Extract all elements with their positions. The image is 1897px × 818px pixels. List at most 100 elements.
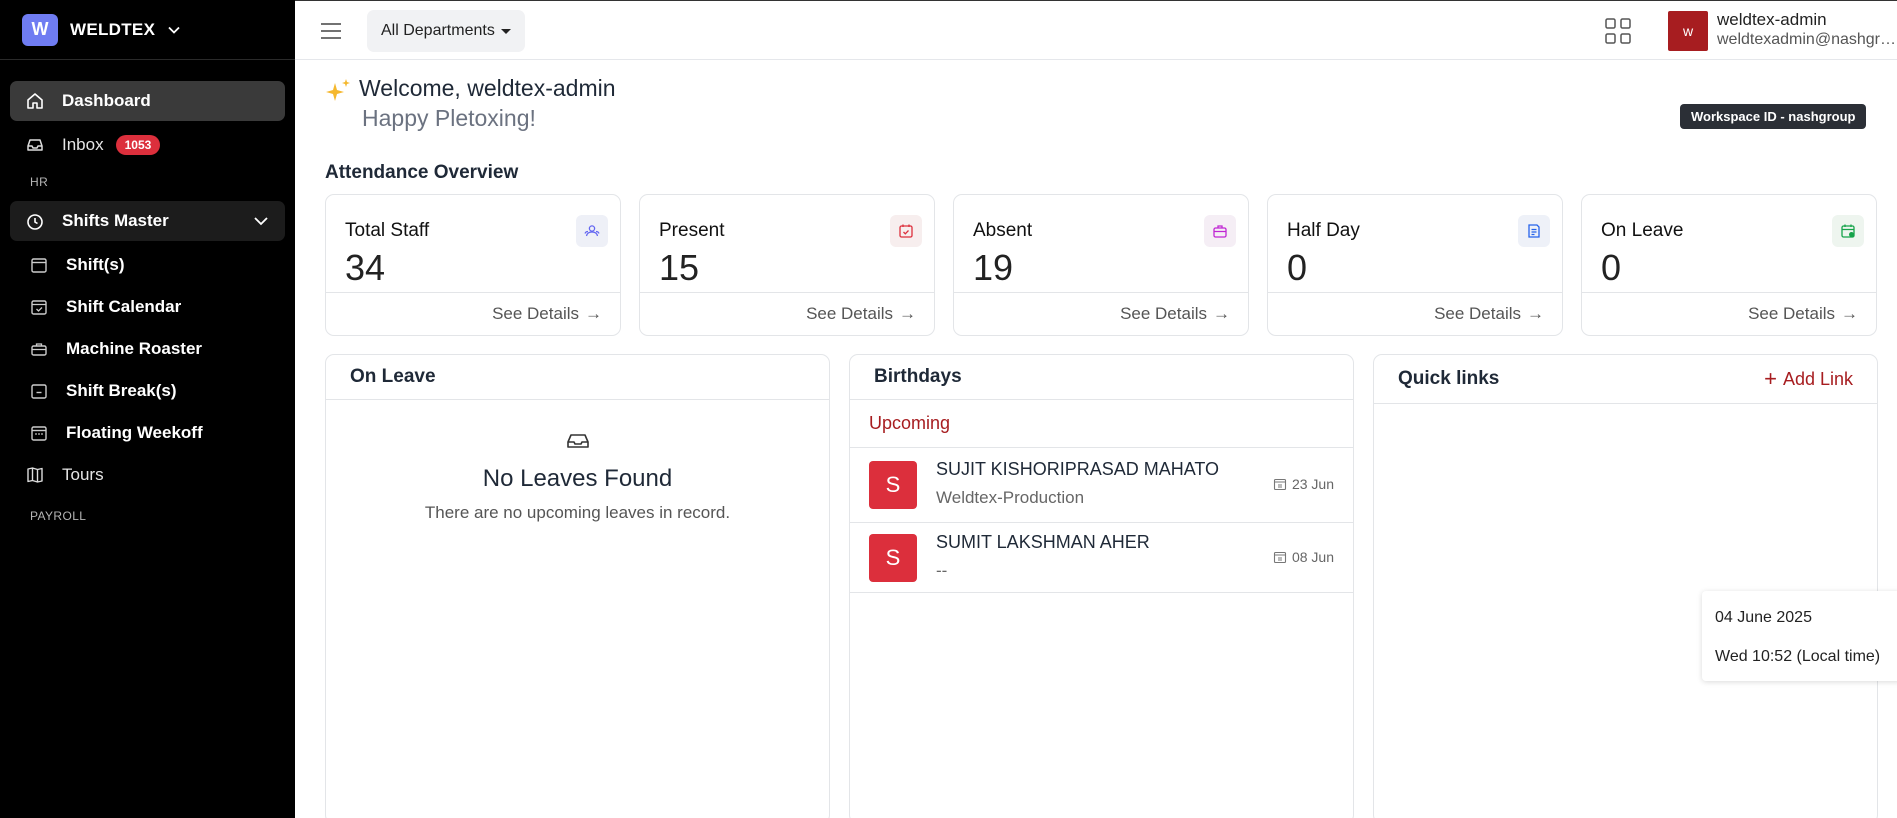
- see-details-link[interactable]: See Details →: [1434, 304, 1544, 324]
- avatar: S: [869, 461, 917, 509]
- sidebar-item-label: Tours: [62, 465, 104, 484]
- stat-label: Total Staff: [345, 220, 430, 241]
- calendar-minus-icon: [28, 380, 50, 402]
- quick-links-header: Quick links + Add Link: [1374, 355, 1877, 404]
- birthdays-title: Birthdays: [850, 355, 1353, 400]
- sidebar-item-inbox[interactable]: Inbox 1053: [10, 125, 285, 165]
- current-date: 04 June 2025: [1715, 609, 1812, 626]
- main-content: Welcome, weldtex-admin Happy Pletoxing! …: [295, 61, 1897, 818]
- sidebar-item-machine-roaster[interactable]: Machine Roaster: [10, 329, 285, 369]
- see-details-link[interactable]: See Details →: [492, 304, 602, 324]
- plus-icon: +: [1764, 366, 1777, 391]
- inbox-count-badge: 1053: [115, 135, 161, 155]
- document-icon: [1518, 215, 1550, 247]
- section-label-hr: HR: [30, 175, 49, 189]
- sidebar: W WELDTEX Dashboard Inbox 1053 HR Shifts…: [0, 0, 295, 818]
- calendar-plus-icon: [1832, 215, 1864, 247]
- caret-down-icon: [500, 28, 511, 34]
- user-email: weldtexadmin@nashgroup: [1717, 31, 1897, 48]
- welcome-subtitle: Happy Pletoxing!: [362, 105, 536, 131]
- apps-grid-icon[interactable]: [1605, 18, 1631, 44]
- birthdays-panel: Birthdays Upcoming S SUJIT KISHORIPRASAD…: [849, 354, 1354, 818]
- stat-value: 19: [973, 247, 1014, 288]
- stat-label: Half Day: [1287, 220, 1360, 241]
- user-avatar[interactable]: w: [1668, 11, 1708, 51]
- see-details-link[interactable]: See Details →: [806, 304, 916, 324]
- stat-value: 0: [1287, 247, 1308, 288]
- top-bar: All Departments w weldtex-admin weldtexa…: [295, 0, 1897, 60]
- sidebar-item-shift-breaks[interactable]: Shift Break(s): [10, 371, 285, 411]
- person-department: --: [936, 561, 948, 580]
- briefcase-icon: [28, 338, 50, 360]
- stat-card-absent: Absent 19 See Details →: [953, 194, 1249, 336]
- list-item[interactable]: S SUJIT KISHORIPRASAD MAHATO Weldtex-Pro…: [850, 448, 1353, 523]
- sidebar-item-dashboard[interactable]: Dashboard: [10, 81, 285, 121]
- see-details-link[interactable]: See Details →: [1748, 304, 1858, 324]
- sidebar-group-shifts-master[interactable]: Shifts Master: [10, 201, 285, 241]
- brand-switcher[interactable]: W WELDTEX: [0, 0, 295, 60]
- brand-logo: W: [22, 13, 58, 46]
- user-name: weldtex-admin: [1717, 10, 1827, 29]
- list-item[interactable]: S SUMIT LAKSHMAN AHER -- 08 Jun: [850, 523, 1353, 593]
- birthday-date: 08 Jun: [1273, 549, 1334, 565]
- calendar-grid-icon: [28, 422, 50, 444]
- on-leave-panel: On Leave No Leaves Found There are no up…: [325, 354, 830, 818]
- sidebar-item-floating-weekoff[interactable]: Floating Weekoff: [10, 413, 285, 453]
- welcome-title: Welcome, weldtex-admin: [359, 75, 616, 101]
- hamburger-menu-icon[interactable]: [319, 20, 343, 42]
- workspace-id-badge: Workspace ID - nashgroup: [1680, 104, 1867, 129]
- see-details-link[interactable]: See Details →: [1120, 304, 1230, 324]
- sparkle-icon: [326, 79, 350, 101]
- department-dropdown[interactable]: All Departments: [367, 10, 525, 52]
- stat-card-total-staff: Total Staff 34 See Details →: [325, 194, 621, 336]
- attendance-overview-title: Attendance Overview: [325, 162, 519, 183]
- on-leave-title: On Leave: [326, 355, 829, 400]
- birthday-date: 23 Jun: [1273, 476, 1334, 492]
- stat-card-present: Present 15 See Details →: [639, 194, 935, 336]
- calendar-icon: [1273, 551, 1287, 564]
- calendar-check-icon: [28, 296, 50, 318]
- arrow-right-icon: →: [1213, 304, 1230, 323]
- sidebar-item-label: Dashboard: [62, 91, 151, 110]
- arrow-right-icon: →: [1527, 304, 1544, 323]
- clock-icon: [24, 210, 46, 232]
- sidebar-item-label: Shift(s): [66, 255, 125, 274]
- stat-value: 15: [659, 247, 700, 288]
- quick-links-title: Quick links: [1398, 368, 1500, 389]
- chevron-down-icon: [168, 26, 180, 34]
- sidebar-item-label: Shift Break(s): [66, 381, 177, 400]
- stat-label: Absent: [973, 220, 1033, 241]
- add-link-button[interactable]: + Add Link: [1764, 368, 1853, 390]
- calendar-icon: [1273, 478, 1287, 491]
- empty-state-title: No Leaves Found: [482, 465, 673, 492]
- sidebar-item-label: Inbox: [62, 135, 104, 154]
- chevron-down-icon: [254, 217, 268, 226]
- department-dropdown-label: All Departments: [381, 22, 495, 39]
- quick-links-panel: Quick links + Add Link: [1373, 354, 1878, 818]
- briefcase-icon: [1204, 215, 1236, 247]
- sidebar-item-shifts[interactable]: Shift(s): [10, 245, 285, 285]
- upcoming-label: Upcoming: [850, 400, 1353, 448]
- stat-card-on-leave: On Leave 0 See Details →: [1581, 194, 1877, 336]
- section-label-payroll: PAYROLL: [30, 509, 87, 523]
- stat-value: 0: [1601, 247, 1622, 288]
- brand-name: WELDTEX: [70, 19, 156, 39]
- calendar-check-icon: [890, 215, 922, 247]
- avatar: S: [869, 534, 917, 582]
- arrow-right-icon: →: [585, 304, 602, 323]
- inbox-icon: [24, 134, 46, 156]
- person-department: Weldtex-Production: [936, 488, 1085, 507]
- person-name: SUJIT KISHORIPRASAD MAHATO: [936, 459, 1220, 479]
- sidebar-item-shift-calendar[interactable]: Shift Calendar: [10, 287, 285, 327]
- sidebar-item-label: Shift Calendar: [66, 297, 182, 316]
- stat-label: On Leave: [1601, 220, 1684, 241]
- map-icon: [24, 464, 46, 486]
- empty-state: No Leaves Found There are no upcoming le…: [326, 400, 829, 523]
- sidebar-item-tours[interactable]: Tours: [10, 455, 285, 495]
- current-time: Wed 10:52 (Local time): [1715, 648, 1881, 665]
- stat-label: Present: [659, 220, 725, 241]
- inbox-icon: [566, 434, 589, 448]
- stat-card-half-day: Half Day 0 See Details →: [1267, 194, 1563, 336]
- empty-state-description: There are no upcoming leaves in record.: [424, 503, 731, 522]
- stat-value: 34: [345, 247, 386, 288]
